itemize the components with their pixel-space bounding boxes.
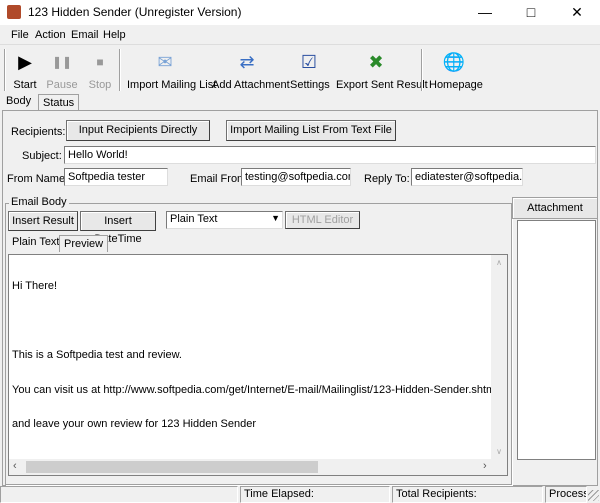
attachment-button[interactable]: Attachment [512, 197, 598, 219]
html-editor-button[interactable]: HTML Editor [285, 211, 360, 229]
app-icon [7, 5, 21, 19]
envelope-icon: ✉ [157, 51, 173, 72]
tab-plain-text[interactable]: Plain Text [8, 234, 64, 251]
scroll-right-icon[interactable]: › [483, 460, 487, 472]
status-segment-empty [0, 486, 238, 503]
recipients-label: Recipients: [11, 126, 66, 138]
maximize-button[interactable]: □ [508, 0, 554, 25]
settings-button[interactable]: ☑ Settings [290, 49, 330, 93]
attachment-icon: ⇄ [239, 51, 255, 72]
window-title: 123 Hidden Sender (Unregister Version) [28, 5, 242, 19]
menu-file[interactable]: File [11, 29, 29, 41]
format-select-value: Plain Text [170, 213, 218, 225]
menu-help[interactable]: Help [103, 29, 126, 41]
import-mailing-list-from-file-button[interactable]: Import Mailing List From Text File [226, 120, 396, 141]
format-select[interactable]: Plain Text ▼ [166, 211, 283, 229]
excel-export-icon: ✖ [368, 51, 384, 72]
export-sent-result-button[interactable]: ✖ Export Sent Result [336, 49, 428, 93]
email-from-input[interactable]: testing@softpedia.com [241, 168, 351, 186]
settings-icon: ☑ [300, 51, 318, 72]
pause-button[interactable]: ❚❚ Pause [45, 49, 79, 93]
tab-body[interactable]: Body [2, 93, 36, 111]
globe-icon: 🌐 [442, 51, 466, 72]
processed-status: Processed [545, 486, 587, 503]
tab-status[interactable]: Status [38, 94, 80, 111]
add-attachment-button[interactable]: ⇄ Add Attachment [212, 49, 290, 93]
email-body-group-label: Email Body [9, 196, 69, 208]
resize-grip-icon[interactable] [588, 490, 599, 501]
tab-preview[interactable]: Preview [59, 235, 109, 252]
play-icon: ▶ [18, 51, 32, 72]
vertical-scrollbar[interactable]: ∧ ∨ [491, 255, 507, 459]
toolbar: ▶ Start ❚❚ Pause ■ Stop ✉ Import Mailing Lis… [0, 44, 600, 93]
insert-datetime-button[interactable]: Insert DateTime [80, 211, 156, 245]
time-elapsed-status: Time Elapsed: [240, 486, 390, 503]
start-button[interactable]: ▶ Start [10, 49, 40, 93]
from-name-input[interactable]: Softpedia tester [64, 168, 168, 186]
import-mailing-list-button[interactable]: ✉ Import Mailing List [127, 49, 216, 93]
subject-input[interactable]: Hello World! [64, 146, 596, 164]
close-button[interactable]: ✕ [554, 0, 600, 25]
from-name-label: From Name: [7, 173, 69, 185]
horizontal-scrollbar[interactable]: ‹ › [9, 459, 507, 475]
title-bar: 123 Hidden Sender (Unregister Version) —… [0, 0, 600, 25]
insert-result-button[interactable]: Insert Result [8, 211, 78, 231]
homepage-button[interactable]: 🌐 Homepage [429, 49, 483, 93]
email-body-text: Hi There! This is a Softpedia test and r… [12, 280, 498, 430]
reply-to-input[interactable]: ediatester@softpedia.com [411, 168, 523, 186]
stop-button[interactable]: ■ Stop [86, 49, 114, 93]
stop-icon: ■ [96, 55, 104, 69]
menu-bar: File Action Email Help [0, 26, 600, 44]
minimize-button[interactable]: — [462, 0, 508, 25]
scroll-left-icon[interactable]: ‹ [13, 460, 17, 472]
attachment-list[interactable] [517, 220, 596, 460]
subject-label: Subject: [22, 150, 62, 162]
total-recipients-status: Total Recipients: [392, 486, 543, 503]
horizontal-scroll-thumb[interactable] [26, 461, 318, 473]
pause-icon: ❚❚ [51, 55, 73, 69]
chevron-down-icon: ▼ [271, 213, 280, 223]
reply-to-label: Reply To: [364, 173, 410, 185]
email-body-textarea[interactable]: Hi There! This is a Softpedia test and r… [8, 254, 508, 476]
menu-email[interactable]: Email [71, 29, 99, 41]
input-recipients-directly-button[interactable]: Input Recipients Directly [66, 120, 210, 141]
menu-action[interactable]: Action [35, 29, 66, 41]
